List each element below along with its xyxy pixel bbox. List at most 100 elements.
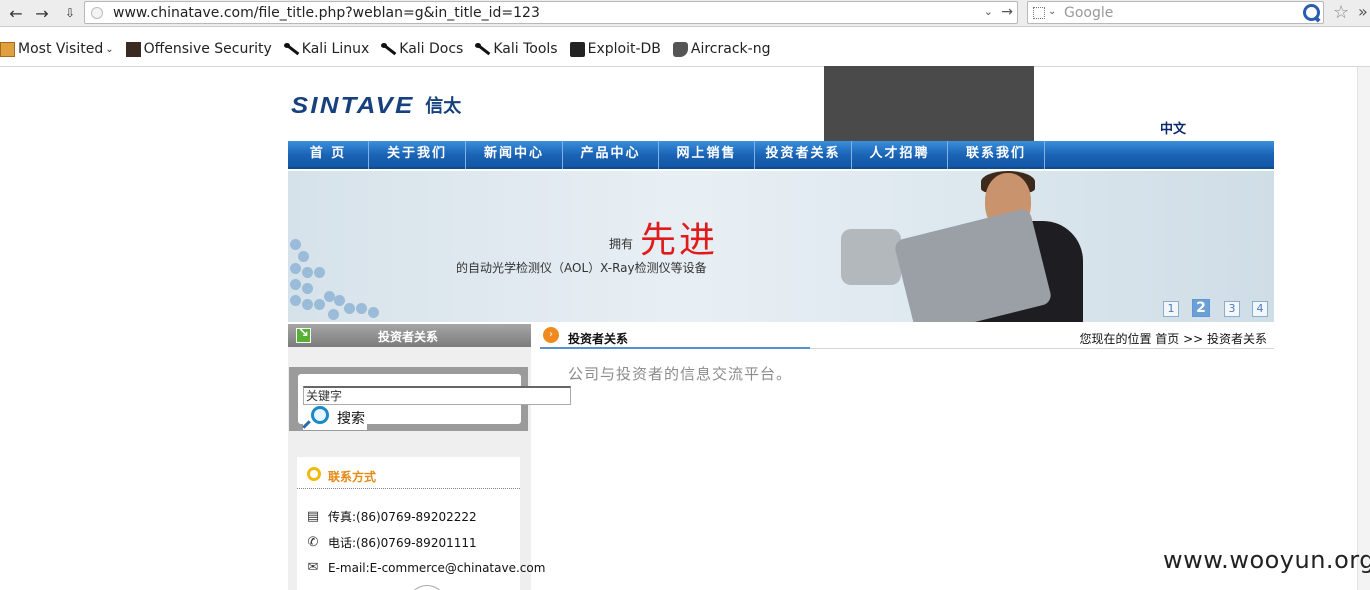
url-text[interactable]: www.chinatave.com/file_title.php?weblan=… bbox=[113, 5, 540, 21]
contact-email: ✉ E-mail:E-commerce@chinatave.com bbox=[305, 560, 546, 575]
arrow-icon bbox=[296, 326, 311, 343]
kali-icon bbox=[475, 42, 490, 57]
go-arrow-icon[interactable]: → bbox=[1001, 4, 1013, 20]
site-identity-icon[interactable] bbox=[91, 7, 103, 19]
hex-decoration bbox=[328, 309, 339, 320]
banner-prefix: 拥有 bbox=[609, 237, 634, 251]
menu-news[interactable]: 新闻中心 bbox=[466, 141, 563, 169]
bookmark-exploit-db[interactable]: Exploit-DB bbox=[569, 41, 661, 57]
main-menu: 首 页 关于我们 新闻中心 产品中心 网上销售 投资者关系 人才招聘 联系我们 bbox=[288, 141, 1274, 169]
back-button[interactable]: ← bbox=[4, 2, 28, 24]
hex-decoration bbox=[298, 251, 309, 262]
bookmark-offensive-security[interactable]: Offensive Security bbox=[125, 41, 272, 57]
magnifier-icon bbox=[303, 406, 329, 430]
exploitdb-icon bbox=[569, 41, 585, 57]
bookmark-label: Offensive Security bbox=[143, 41, 272, 57]
banner-headline: 先进 bbox=[640, 220, 719, 261]
contact-phone: ✆ 电话:(86)0769-89201111 bbox=[305, 534, 477, 551]
kali-icon bbox=[381, 42, 396, 57]
contact-title: 联系方式 bbox=[328, 470, 377, 484]
bookmark-label: Exploit-DB bbox=[587, 41, 661, 57]
bookmark-aircrack-ng[interactable]: Aircrack-ng bbox=[672, 41, 771, 57]
hex-decoration bbox=[368, 307, 379, 318]
phone-icon: ✆ bbox=[307, 535, 319, 550]
aircrack-icon bbox=[672, 41, 688, 57]
logo-text: SINTAVE bbox=[291, 91, 415, 118]
title-underline bbox=[540, 347, 810, 349]
content-body: 公司与投资者的信息交流平台。 bbox=[568, 365, 793, 383]
banner-page-1[interactable]: 1 bbox=[1163, 301, 1179, 317]
contact-fax: ▤ 传真:(86)0769-89202222 bbox=[305, 508, 477, 525]
banner-page-3[interactable]: 3 bbox=[1224, 301, 1240, 317]
header-image-placeholder bbox=[824, 66, 1034, 141]
fax-text: 传真:(86)0769-89202222 bbox=[328, 510, 477, 524]
hex-decoration bbox=[290, 263, 301, 274]
site-logo[interactable]: SINTAVE 信太 bbox=[291, 91, 462, 118]
hex-decoration bbox=[290, 279, 301, 290]
bookmark-label: Kali Docs bbox=[399, 41, 464, 57]
bookmarks-toolbar: Most Visited ⌄ Offensive Security Kali L… bbox=[0, 38, 1370, 60]
sidebar: 投资者关系 搜索 联系方式 ▤ 传真:(86)0769-89202222 ✆ 电… bbox=[288, 324, 571, 590]
breadcrumb[interactable]: 您现在的位置 首页 >> 投资者关系 bbox=[1079, 330, 1267, 347]
hex-decoration bbox=[302, 283, 313, 294]
phone-text: 电话:(86)0769-89201111 bbox=[328, 536, 477, 550]
keyword-input[interactable] bbox=[303, 386, 571, 405]
forward-button[interactable]: → bbox=[30, 2, 54, 24]
hex-decoration bbox=[314, 299, 325, 310]
hex-decoration bbox=[314, 267, 325, 278]
bookmark-kali-docs[interactable]: Kali Docs bbox=[381, 41, 463, 57]
bookmark-label: Kali Linux bbox=[301, 41, 370, 57]
fax-icon: ▤ bbox=[306, 509, 320, 524]
search-button[interactable]: 搜索 bbox=[303, 406, 367, 430]
folder-icon bbox=[0, 41, 15, 57]
chevron-down-icon: ⌄ bbox=[105, 43, 114, 55]
bookmark-label: Most Visited bbox=[18, 41, 104, 57]
url-bar[interactable]: www.chinatave.com/file_title.php?weblan=… bbox=[84, 1, 1018, 24]
vertical-scrollbar[interactable] bbox=[1357, 67, 1370, 590]
menu-careers[interactable]: 人才招聘 bbox=[852, 141, 948, 169]
puzzle-piece bbox=[841, 229, 901, 285]
search-placeholder[interactable]: Google bbox=[1064, 5, 1113, 21]
menu-investors[interactable]: 投资者关系 bbox=[755, 141, 852, 169]
divider bbox=[297, 488, 520, 489]
banner-page-4[interactable]: 4 bbox=[1252, 301, 1268, 317]
chevron-down-icon[interactable]: ⌄ bbox=[1048, 6, 1056, 17]
hex-decoration bbox=[356, 303, 367, 314]
bookmark-kali-linux[interactable]: Kali Linux bbox=[283, 41, 370, 57]
bookmark-kali-tools[interactable]: Kali Tools bbox=[475, 41, 558, 57]
hex-decoration bbox=[334, 295, 345, 306]
logo-chinese: 信太 bbox=[425, 96, 462, 117]
banner-page-2[interactable]: 2 bbox=[1192, 299, 1210, 317]
url-history-dropdown-icon[interactable]: ⌄ bbox=[984, 5, 993, 18]
hex-decoration bbox=[344, 303, 355, 314]
search-bar[interactable]: ⌄ Google bbox=[1027, 1, 1324, 24]
menu-sales[interactable]: 网上销售 bbox=[659, 141, 755, 169]
search-button-label: 搜索 bbox=[337, 411, 365, 427]
menu-home[interactable]: 首 页 bbox=[288, 141, 369, 169]
sidebar-title: 投资者关系 bbox=[378, 330, 439, 344]
banner-subtitle: 的自动光学检测仪（AOL）X-Ray检测仪等设备 bbox=[456, 261, 707, 275]
sidebar-header: 投资者关系 bbox=[288, 324, 531, 347]
menu-products[interactable]: 产品中心 bbox=[563, 141, 659, 169]
hex-decoration bbox=[302, 299, 313, 310]
bookmark-label: Aircrack-ng bbox=[690, 41, 771, 57]
mail-icon: ✉ bbox=[307, 560, 319, 575]
page-info-icon[interactable]: ⇩ bbox=[58, 2, 82, 24]
menu-contact[interactable]: 联系我们 bbox=[948, 141, 1045, 169]
language-link[interactable]: 中文 bbox=[1160, 118, 1186, 137]
ring-icon bbox=[307, 467, 321, 481]
search-icon[interactable] bbox=[1301, 3, 1321, 22]
bookmark-most-visited[interactable]: Most Visited ⌄ bbox=[0, 41, 114, 57]
menu-about[interactable]: 关于我们 bbox=[369, 141, 466, 169]
email-text[interactable]: E-mail:E-commerce@chinatave.com bbox=[328, 561, 545, 575]
search-engine-icon[interactable] bbox=[1033, 7, 1045, 19]
kali-icon bbox=[283, 42, 299, 57]
overflow-icon[interactable]: » bbox=[1358, 2, 1368, 21]
hex-decoration bbox=[290, 239, 301, 250]
offsec-icon bbox=[125, 41, 141, 57]
banner-slideshow[interactable]: 拥有 先进 的自动光学检测仪（AOL）X-Ray检测仪等设备 1 2 3 4 bbox=[288, 171, 1274, 322]
browser-toolbar: ← → ⇩ www.chinatave.com/file_title.php?w… bbox=[0, 0, 1370, 27]
bookmark-star-icon[interactable]: ☆ bbox=[1333, 2, 1349, 23]
hex-decoration bbox=[290, 295, 301, 306]
hex-decoration bbox=[302, 267, 313, 278]
